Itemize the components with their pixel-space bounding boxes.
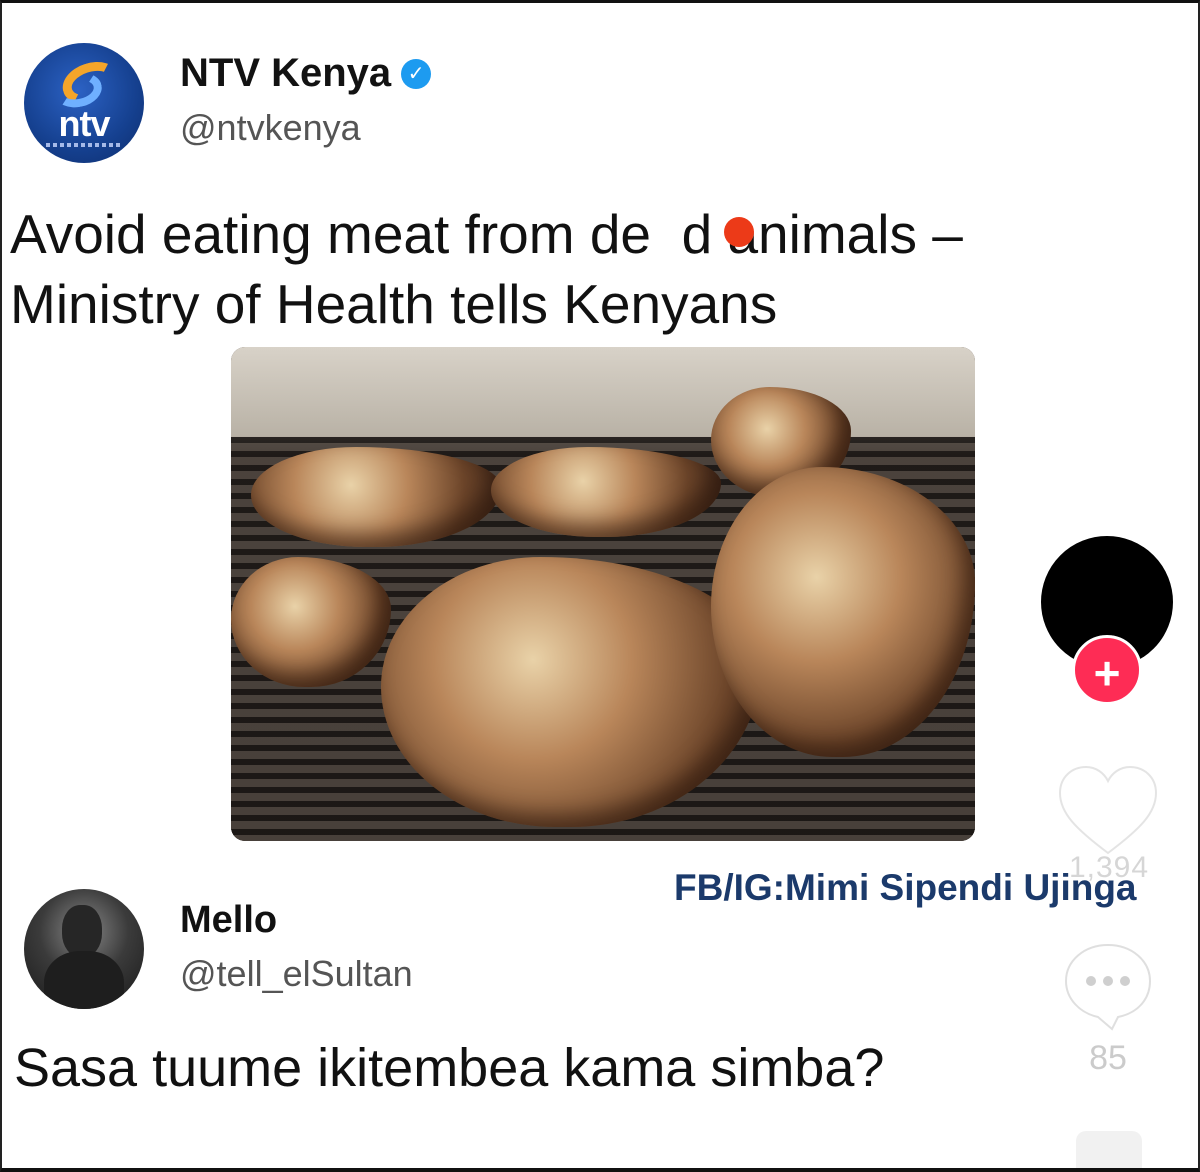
verified-badge-icon: ✓	[401, 58, 432, 89]
avatar-face	[62, 905, 102, 957]
logo-text: ntv	[58, 103, 111, 144]
ntv-avatar[interactable]: ntv	[24, 43, 144, 163]
share-icon[interactable]	[1076, 1131, 1142, 1168]
post-text: Avoid eating meat from de d animals – Mi…	[10, 199, 1110, 339]
reply-author-name[interactable]: Mello	[180, 899, 277, 942]
screenshot-frame: ntv NTV Kenya ✓ @ntvkenya Avoid eating m…	[0, 0, 1200, 1172]
post-text-line-2: Ministry of Health tells Kenyans	[10, 273, 778, 335]
post-image[interactable]	[231, 347, 975, 841]
comment-icon[interactable]	[1060, 939, 1156, 1031]
red-dot-marker	[724, 217, 754, 247]
heart-icon[interactable]	[1056, 763, 1160, 859]
reply-text: Sasa tuume ikitembea kama simba?	[14, 1038, 885, 1098]
like-count: 1,394	[1068, 851, 1150, 884]
reply-author-handle[interactable]: @tell_elSultan	[180, 953, 413, 995]
author-handle[interactable]: @ntvkenya	[180, 107, 361, 149]
post-text-line-1: Avoid eating meat from de d animals –	[10, 203, 963, 265]
comment-count: 85	[1089, 1039, 1127, 1077]
avatar-body	[44, 951, 124, 1009]
logo-tagline	[46, 143, 122, 147]
author-name-row: NTV Kenya ✓	[180, 51, 432, 96]
reply-avatar[interactable]	[24, 889, 144, 1009]
follow-button[interactable]: +	[1072, 635, 1142, 705]
author-name[interactable]: NTV Kenya	[180, 51, 391, 96]
